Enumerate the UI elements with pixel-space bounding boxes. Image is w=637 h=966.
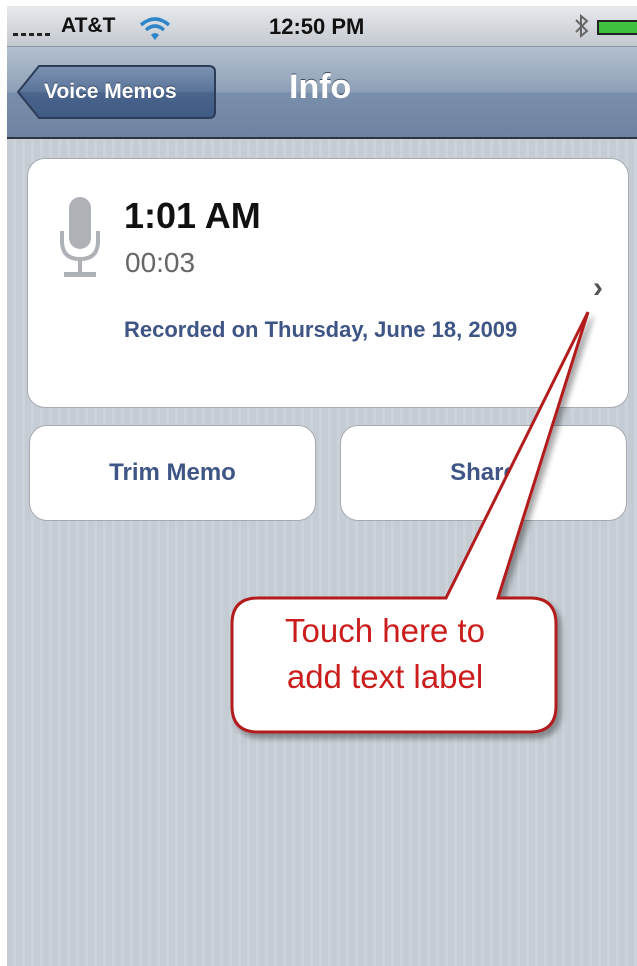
callout-line-2: add text label — [286, 658, 484, 695]
callout-annotation — [230, 311, 590, 734]
callout-line-1: Touch here to — [285, 612, 485, 649]
callout-text: Touch here to add text label — [230, 608, 540, 700]
